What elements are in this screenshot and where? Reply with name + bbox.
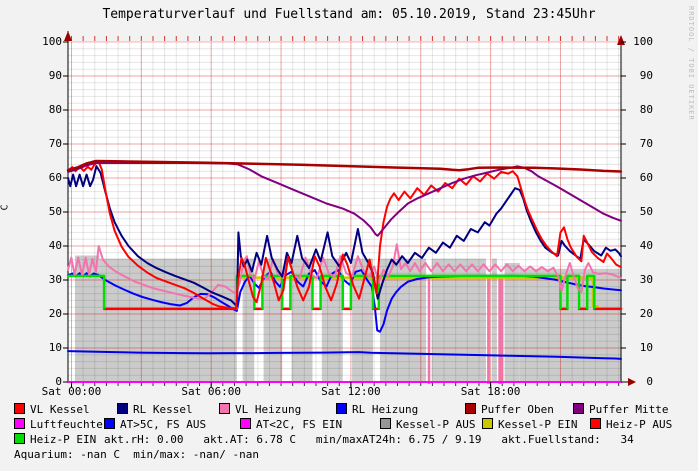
legend-swatch (14, 433, 25, 444)
y-tick-label-left: 100 (36, 36, 62, 48)
legend-item-label: AT>5C, FS AUS (120, 418, 206, 431)
legend-item-label: Heiz-P EIN (30, 433, 96, 446)
area-kessel-p-aus (99, 259, 236, 382)
tick-bar-at2c-fs-ein-ticks (428, 279, 431, 384)
legend-item-label: Puffer Mitte (589, 403, 668, 416)
legend-item-label: Kessel-P AUS (396, 418, 475, 431)
legend-swatch (104, 418, 115, 429)
tick-bar-at2c-fs-ein-ticks (487, 279, 490, 384)
legend-item-label: RL Kessel (133, 403, 193, 416)
legend-item-label: AT<2C, FS EIN (256, 418, 342, 431)
legend-swatch (482, 418, 493, 429)
y-tick-label-right: 90 (628, 70, 653, 82)
legend-item: AT<2C, FS EIN (240, 418, 342, 431)
legend-item: VL Heizung (219, 403, 301, 416)
legend-swatch (240, 418, 251, 429)
legend-item-label: Kessel-P EIN (498, 418, 577, 431)
legend-item-label: Puffer Oben (481, 403, 554, 416)
legend-swatch (336, 403, 347, 414)
area-kessel-p-aus (520, 269, 621, 382)
chart-canvas (0, 0, 698, 471)
rrdtool-graph: Temperaturverlauf und Fuellstand am: 05.… (0, 0, 698, 471)
legend-item: Luftfeuchte (14, 418, 103, 431)
legend-item: Puffer Oben (465, 403, 554, 416)
legend-swatch (380, 418, 391, 429)
y-axis-arrow (64, 31, 72, 41)
y-tick-label-right: 40 (628, 240, 653, 252)
y-tick-label-left: 80 (36, 104, 62, 116)
legend-swatch (573, 403, 584, 414)
y-tick-label-right: 10 (628, 342, 653, 354)
legend-item: RL Heizung (336, 403, 418, 416)
y-tick-label-left: 20 (36, 308, 62, 320)
x-tick-label: Sat 18:00 (456, 386, 526, 398)
legend-swatch (14, 403, 25, 414)
legend-item: Kessel-P AUS (380, 418, 475, 431)
area-kessel-p-aus (505, 263, 520, 382)
tick-bar-at2c-fs-ein-ticks (498, 279, 503, 384)
legend-swatch (219, 403, 230, 414)
legend-item-label: VL Kessel (30, 403, 90, 416)
legend-item: RL Kessel (117, 403, 193, 416)
y-tick-label-right: 50 (628, 206, 653, 218)
legend-item: Puffer Mitte (573, 403, 668, 416)
y-tick-label-left: 90 (36, 70, 62, 82)
legend-item: Heiz-P EIN (14, 433, 96, 446)
legend-swatch (465, 403, 476, 414)
legend-item: VL Kessel (14, 403, 90, 416)
y-tick-label-left: 10 (36, 342, 62, 354)
legend-item-label: Luftfeuchte (30, 418, 103, 431)
legend-item-label: RL Heizung (352, 403, 418, 416)
legend-swatch (590, 418, 601, 429)
y-tick-label-left: 40 (36, 240, 62, 252)
x-tick-label: Sat 06:00 (176, 386, 246, 398)
legend-swatch (14, 418, 25, 429)
y-tick-label-right: 20 (628, 308, 653, 320)
legend-item: Kessel-P EIN (482, 418, 577, 431)
y-tick-label-right: 0 (628, 376, 653, 388)
y-tick-label-right: 70 (628, 138, 653, 150)
y-tick-label-left: 70 (36, 138, 62, 150)
legend-item-label: VL Heizung (235, 403, 301, 416)
y-tick-label-left: 30 (36, 274, 62, 286)
x-tick-label: Sat 12:00 (316, 386, 386, 398)
legend-item: AT>5C, FS AUS (104, 418, 206, 431)
x-tick-label: Sat 00:00 (36, 386, 106, 398)
y-tick-label-left: 50 (36, 206, 62, 218)
legend-item-label: Heiz-P AUS (606, 418, 672, 431)
y-tick-label-right: 100 (628, 36, 653, 48)
legend-swatch (117, 403, 128, 414)
legend-stats-text: akt.rH: 0.00 akt.AT: 6.78 C min/maxAT24h… (104, 433, 634, 446)
legend-aquarium-text: Aquarium: -nan C min/max: -nan/ -nan (14, 448, 259, 461)
legend-item: Heiz-P AUS (590, 418, 672, 431)
y-tick-label-right: 80 (628, 104, 653, 116)
y-tick-label-right: 60 (628, 172, 653, 184)
y-tick-label-left: 60 (36, 172, 62, 184)
y-tick-label-right: 30 (628, 274, 653, 286)
